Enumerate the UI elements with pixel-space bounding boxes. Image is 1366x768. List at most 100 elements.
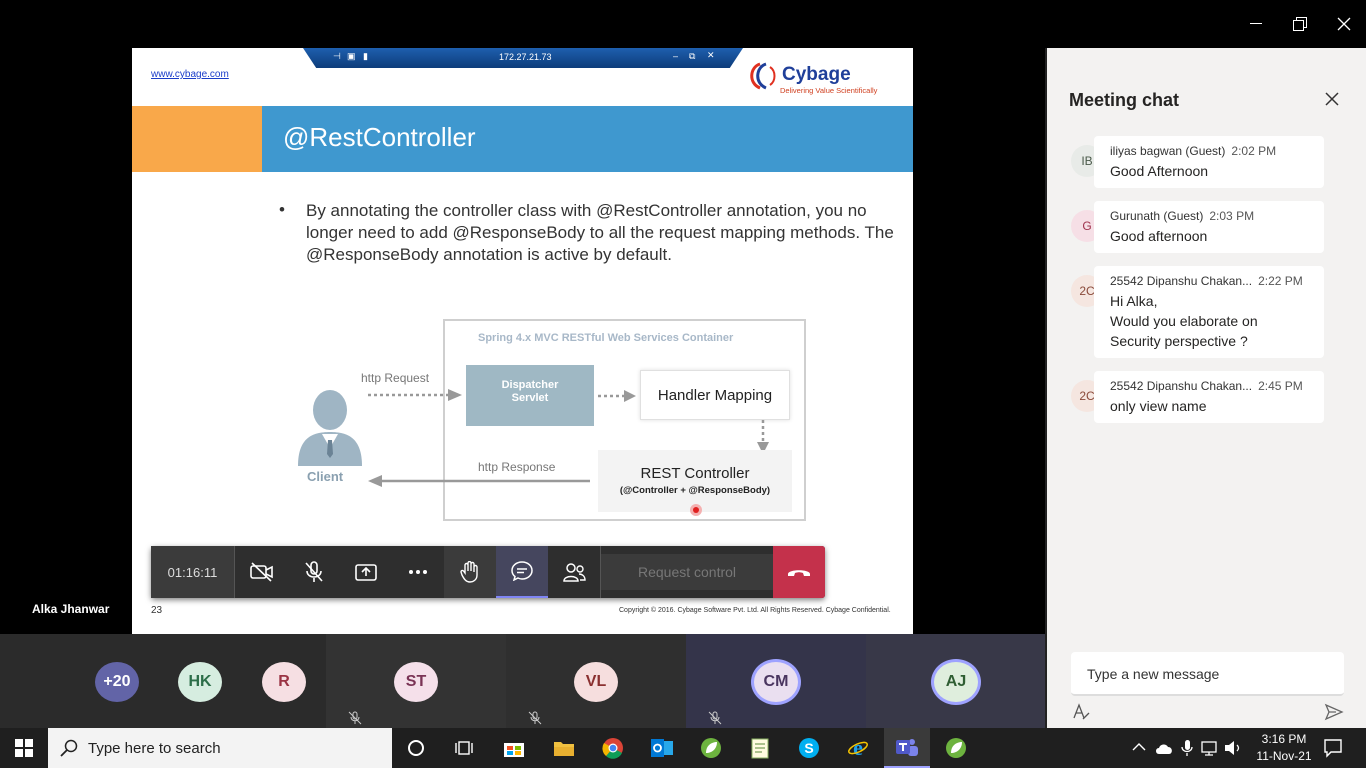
- minimize-button[interactable]: [1234, 0, 1278, 48]
- internet-explorer-icon: e: [848, 737, 868, 759]
- clock-date: 11-Nov-21: [1256, 749, 1312, 763]
- handler-mapping-box: Handler Mapping: [640, 370, 790, 420]
- skype-button[interactable]: S: [795, 734, 823, 762]
- bullet-marker: •: [279, 200, 285, 219]
- microphone-icon[interactable]: [1181, 739, 1193, 757]
- start-button[interactable]: [10, 734, 38, 762]
- compose-message-input[interactable]: Type a new message: [1071, 652, 1344, 696]
- remote-minimize-icon[interactable]: –: [673, 51, 678, 61]
- network-icon[interactable]: [1201, 740, 1221, 756]
- file-explorer-button[interactable]: [550, 734, 578, 762]
- restore-button[interactable]: [1278, 0, 1322, 48]
- chevron-up-icon[interactable]: [1132, 742, 1146, 752]
- mic-toggle-button[interactable]: [288, 546, 340, 598]
- spring-tool-button[interactable]: [697, 734, 725, 762]
- camera-toggle-button[interactable]: [236, 546, 288, 598]
- search-placeholder: Type here to search: [88, 739, 221, 757]
- more-actions-button[interactable]: [392, 546, 444, 598]
- remote-address: 172.27.21.73: [499, 52, 552, 62]
- http-request-label: http Request: [361, 371, 430, 385]
- slide-number: 23: [151, 605, 163, 616]
- muted-mic-icon: [708, 711, 722, 725]
- volume-icon[interactable]: [1224, 740, 1242, 756]
- meeting-timer: 01:16:11: [151, 546, 235, 598]
- message-sender: iliyas bagwan (Guest): [1110, 144, 1226, 158]
- chat-close-icon[interactable]: [1321, 88, 1343, 110]
- participant-avatar[interactable]: HK: [178, 662, 222, 702]
- chat-message[interactable]: 25542 Dipanshu Chakan... 2:22 PM Hi Alka,…: [1094, 266, 1324, 358]
- message-text: only view name: [1110, 398, 1207, 414]
- remote-close-icon[interactable]: ✕: [707, 50, 715, 61]
- outlook-button[interactable]: [648, 734, 676, 762]
- chat-message[interactable]: Gurunath (Guest) 2:03 PM Good afternoon: [1094, 201, 1324, 253]
- client-label: Client: [307, 469, 344, 484]
- participants-button[interactable]: [548, 546, 600, 598]
- participant-avatar[interactable]: ST: [394, 662, 438, 702]
- hang-up-button[interactable]: [773, 546, 825, 598]
- chrome-button[interactable]: [599, 734, 627, 762]
- notifications-icon[interactable]: [1323, 738, 1343, 758]
- minimize-icon: [1250, 23, 1262, 24]
- participant-avatar[interactable]: R: [262, 662, 306, 702]
- remote-desktop-bar[interactable]: ⊣ ▣ ▮ 172.27.21.73 – ⧉ ✕: [303, 48, 743, 68]
- mic-off-icon: [305, 561, 323, 582]
- notepad-button[interactable]: [746, 734, 774, 762]
- message-time: 2:22 PM: [1258, 274, 1303, 288]
- remote-restore-icon[interactable]: ⧉: [689, 51, 695, 62]
- participant-avatar-speaking[interactable]: CM: [754, 662, 798, 702]
- spring-tool-button[interactable]: [942, 734, 970, 762]
- message-text-line: Hi Alka,: [1110, 293, 1158, 309]
- muted-mic-icon: [528, 711, 542, 725]
- notepad-icon: [751, 738, 769, 759]
- task-view-button[interactable]: [450, 734, 478, 762]
- message-time: 2:45 PM: [1258, 379, 1303, 393]
- format-icon[interactable]: [1071, 702, 1091, 722]
- participant-avatar[interactable]: VL: [574, 662, 618, 702]
- search-icon: [60, 739, 78, 757]
- participant-avatar-speaking[interactable]: AJ: [934, 662, 978, 702]
- dispatcher-to-handler-arrow: [598, 390, 636, 402]
- close-window-button[interactable]: [1322, 0, 1366, 48]
- outlook-icon: [651, 739, 673, 757]
- dispatcher-line1: Dispatcher: [501, 379, 559, 391]
- taskbar-clock[interactable]: 3:16 PM 11-Nov-21: [1248, 731, 1320, 765]
- people-icon: [563, 563, 586, 582]
- internet-explorer-button[interactable]: e: [844, 734, 872, 762]
- client-user-icon: [298, 390, 362, 466]
- participant-initials: HK: [188, 673, 212, 690]
- cortana-button[interactable]: [402, 734, 430, 762]
- cloud-icon[interactable]: [1154, 741, 1174, 755]
- presenter-name: Alka Jhanwar: [32, 602, 110, 616]
- signal-icon: ▮: [363, 51, 368, 61]
- share-tray-icon: [355, 564, 377, 581]
- rest-controller-subtitle: (@Controller + @ResponseBody): [619, 485, 771, 496]
- request-control-button[interactable]: Request control: [601, 554, 773, 590]
- restore-icon: [1293, 17, 1307, 31]
- overflow-participants-avatar[interactable]: +20: [95, 662, 139, 702]
- avatar-initials: 2C: [1079, 284, 1095, 298]
- chat-message[interactable]: iliyas bagwan (Guest) 2:02 PM Good Aftern…: [1094, 136, 1324, 188]
- pin-icon[interactable]: ⊣: [333, 51, 341, 62]
- message-text-line: Would you elaborate on: [1110, 313, 1258, 329]
- lock-icon: ▣: [347, 51, 356, 61]
- store-app-button[interactable]: [500, 734, 528, 762]
- raise-hand-button[interactable]: [444, 546, 496, 598]
- spring-leaf-icon: [701, 738, 721, 758]
- participant-initials: VL: [585, 673, 607, 690]
- teams-button[interactable]: [884, 728, 930, 768]
- taskbar-search-box[interactable]: Type here to search: [48, 728, 392, 768]
- avatar-initials: IB: [1081, 154, 1093, 168]
- folder-icon: [554, 742, 574, 756]
- slide-url[interactable]: www.cybage.com: [151, 69, 229, 80]
- container-title: Spring 4.x MVC RESTful Web Services Cont…: [478, 332, 734, 344]
- send-icon[interactable]: [1324, 702, 1344, 722]
- cybage-logo-tagline: Delivering Value Scientifically: [780, 86, 878, 95]
- message-sender: 25542 Dipanshu Chakan...: [1110, 274, 1253, 288]
- message-text: Good afternoon: [1110, 228, 1208, 244]
- chat-toggle-button[interactable]: [496, 546, 548, 598]
- share-screen-button[interactable]: [340, 546, 392, 598]
- message-text: Good Afternoon: [1110, 163, 1209, 179]
- hand-icon: [460, 561, 478, 583]
- chat-message[interactable]: 25542 Dipanshu Chakan... 2:45 PM only vie…: [1094, 371, 1324, 423]
- chat-bubble-icon: [511, 561, 533, 581]
